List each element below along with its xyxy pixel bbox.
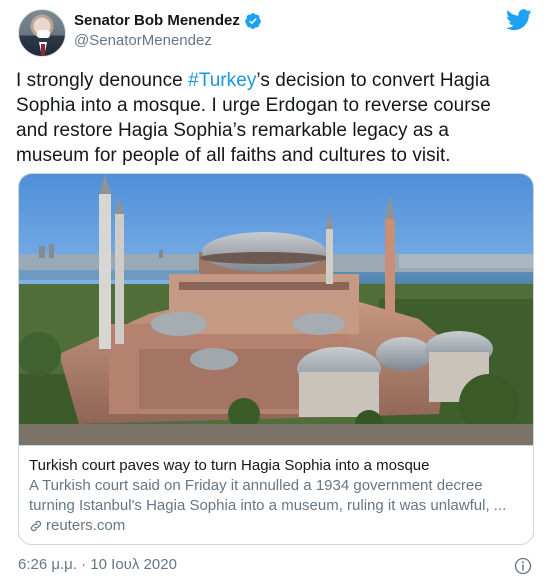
author-display-name[interactable]: Senator Bob Menendez [74, 11, 262, 31]
tweet-embed: Senator Bob Menendez @SenatorMenendez I … [0, 0, 550, 587]
card-image[interactable] [19, 174, 534, 445]
card-body[interactable]: Turkish court paves way to turn Hagia So… [19, 445, 533, 544]
tweet-header: Senator Bob Menendez @SenatorMenendez [16, 9, 534, 59]
avatar-mask [37, 30, 50, 38]
author-handle[interactable]: @SenatorMenendez [74, 31, 262, 51]
tweet-text-before: I strongly denounce [16, 70, 189, 91]
author-display-name-text[interactable]: Senator Bob Menendez [74, 11, 240, 31]
tweet-timestamp[interactable]: 6:26 μ.μ. · 10 Ιουλ 2020 [18, 555, 177, 575]
avatar[interactable] [18, 9, 66, 57]
avatar-tie [41, 44, 45, 56]
twitter-bird-icon[interactable] [506, 9, 532, 31]
card-description: A Turkish court said on Friday it annull… [29, 477, 507, 514]
author-names: Senator Bob Menendez @SenatorMenendez [74, 11, 262, 51]
card-domain[interactable]: reuters.com [29, 516, 523, 536]
verified-badge-icon [244, 13, 261, 29]
info-icon[interactable] [514, 557, 532, 575]
card-domain-text[interactable]: reuters.com [46, 516, 125, 536]
hashtag-link[interactable]: #Turkey [188, 70, 256, 91]
link-card[interactable]: Turkish court paves way to turn Hagia So… [18, 173, 534, 545]
link-icon [30, 520, 42, 532]
card-title[interactable]: Turkish court paves way to turn Hagia So… [29, 456, 523, 476]
tweet-text: I strongly denounce #Turkey’s decision t… [16, 68, 521, 168]
